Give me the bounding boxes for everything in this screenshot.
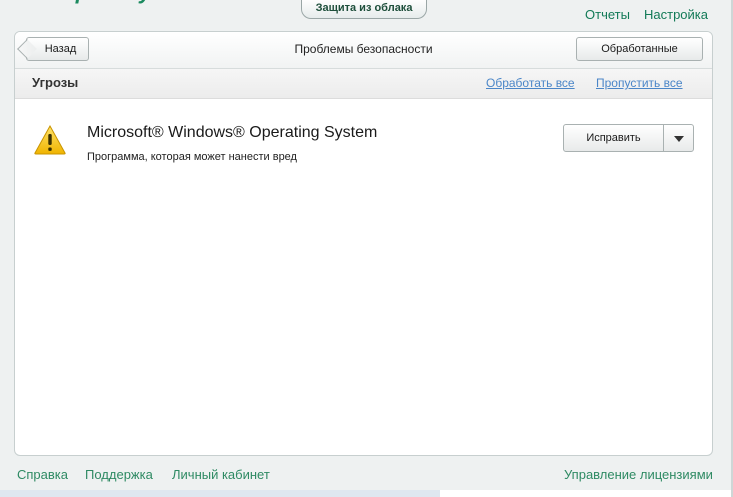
license-management-link[interactable]: Управление лицензиями [564, 467, 713, 482]
threats-section-bar: Угрозы Обработать все Пропустить все [15, 69, 712, 99]
skip-all-link[interactable]: Пропустить все [596, 76, 683, 90]
process-all-link[interactable]: Обработать все [486, 76, 575, 90]
background-strip [440, 490, 733, 497]
app-logo: kaspersky [36, 0, 186, 4]
taskbar-strip [0, 490, 440, 497]
settings-link[interactable]: Настройка [644, 7, 708, 22]
processed-button[interactable]: Обработанные [576, 37, 703, 61]
cloud-protection-button[interactable]: Защита из облака [301, 0, 427, 19]
fix-split-button: Исправить [563, 124, 694, 152]
chevron-down-icon [674, 136, 684, 142]
threat-name: Microsoft® Windows® Operating System [87, 124, 378, 141]
section-title: Угрозы [32, 75, 79, 90]
support-link[interactable]: Поддержка [85, 467, 153, 482]
help-link[interactable]: Справка [17, 467, 68, 482]
logo-text: kaspersky [36, 0, 153, 4]
reports-link[interactable]: Отчеты [585, 7, 630, 22]
warning-triangle-icon [34, 124, 66, 155]
security-problems-panel: Назад Проблемы безопасности Обработанные… [14, 31, 713, 456]
threat-description: Программа, которая может нанести вред [87, 151, 297, 163]
fix-button[interactable]: Исправить [563, 124, 664, 152]
account-link[interactable]: Личный кабинет [172, 467, 270, 482]
fix-options-dropdown[interactable] [663, 124, 694, 152]
panel-header: Назад Проблемы безопасности Обработанные [15, 32, 712, 69]
